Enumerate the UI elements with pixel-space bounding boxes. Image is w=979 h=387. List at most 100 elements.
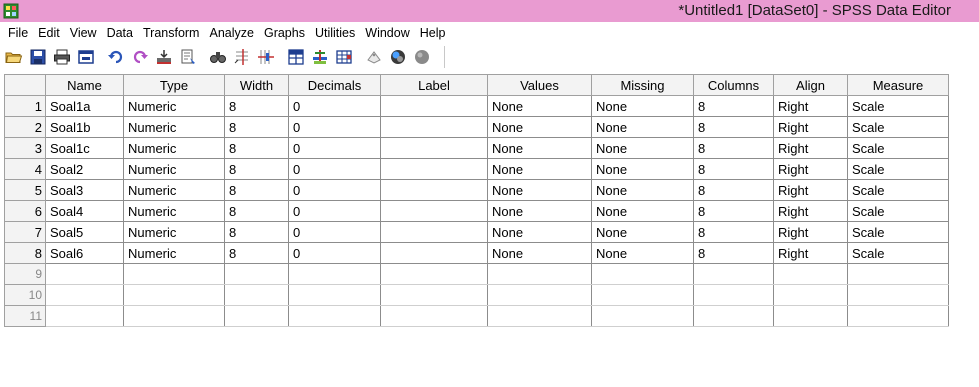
cell-align[interactable]: Right: [773, 137, 848, 159]
insert-variable-icon[interactable]: [256, 47, 276, 67]
cell-measure[interactable]: Scale: [847, 137, 949, 159]
cell-type[interactable]: Numeric: [123, 95, 225, 117]
cell-columns[interactable]: 8: [693, 158, 774, 180]
split-file-icon[interactable]: [286, 47, 306, 67]
row-number[interactable]: 3: [4, 137, 46, 159]
cell-type[interactable]: Numeric: [123, 242, 225, 264]
find-icon[interactable]: [208, 47, 228, 67]
menu-transform[interactable]: Transform: [138, 22, 205, 44]
cell-label[interactable]: [380, 137, 488, 159]
cell-align[interactable]: Right: [773, 179, 848, 201]
variables-icon[interactable]: [178, 47, 198, 67]
menu-edit[interactable]: Edit: [33, 22, 65, 44]
cell-missing[interactable]: None: [591, 95, 694, 117]
menu-graphs[interactable]: Graphs: [259, 22, 310, 44]
menu-file[interactable]: File: [3, 22, 33, 44]
cell-values[interactable]: None: [487, 200, 592, 222]
save-icon[interactable]: [28, 47, 48, 67]
col-header-type[interactable]: Type: [123, 74, 225, 96]
row-number[interactable]: 4: [4, 158, 46, 180]
cell-values[interactable]: None: [487, 221, 592, 243]
cell-values[interactable]: [487, 263, 592, 285]
cell-width[interactable]: 8: [224, 95, 289, 117]
cell-measure[interactable]: Scale: [847, 179, 949, 201]
cell-name[interactable]: [45, 263, 124, 285]
row-number[interactable]: 8: [4, 242, 46, 264]
cell-decimals[interactable]: 0: [288, 221, 381, 243]
cell-align[interactable]: Right: [773, 158, 848, 180]
redo-icon[interactable]: [130, 47, 150, 67]
menu-help[interactable]: Help: [415, 22, 451, 44]
cell-measure[interactable]: Scale: [847, 158, 949, 180]
cell-label[interactable]: [380, 179, 488, 201]
cell-type[interactable]: [123, 305, 225, 327]
goto-case-icon[interactable]: [154, 47, 174, 67]
cell-label[interactable]: [380, 242, 488, 264]
cell-decimals[interactable]: 0: [288, 200, 381, 222]
show-all-variables-icon[interactable]: [412, 47, 432, 67]
cell-decimals[interactable]: 0: [288, 179, 381, 201]
cell-missing[interactable]: None: [591, 158, 694, 180]
cell-type[interactable]: Numeric: [123, 200, 225, 222]
cell-width[interactable]: 8: [224, 179, 289, 201]
cell-type[interactable]: Numeric: [123, 179, 225, 201]
cell-label[interactable]: [380, 305, 488, 327]
row-number[interactable]: 6: [4, 200, 46, 222]
cell-align[interactable]: [773, 284, 848, 306]
cell-name[interactable]: Soal3: [45, 179, 124, 201]
cell-columns[interactable]: [693, 284, 774, 306]
cell-measure[interactable]: Scale: [847, 200, 949, 222]
col-header-missing[interactable]: Missing: [591, 74, 694, 96]
cell-decimals[interactable]: 0: [288, 137, 381, 159]
cell-label[interactable]: [380, 284, 488, 306]
cell-label[interactable]: [380, 200, 488, 222]
col-header-values[interactable]: Values: [487, 74, 592, 96]
cell-decimals[interactable]: [288, 284, 381, 306]
cell-decimals[interactable]: 0: [288, 242, 381, 264]
cell-width[interactable]: 8: [224, 137, 289, 159]
cell-columns[interactable]: [693, 305, 774, 327]
col-header-width[interactable]: Width: [224, 74, 289, 96]
col-header-decimals[interactable]: Decimals: [288, 74, 381, 96]
cell-missing[interactable]: [591, 284, 694, 306]
menu-analyze[interactable]: Analyze: [204, 22, 258, 44]
cell-measure[interactable]: Scale: [847, 242, 949, 264]
cell-measure[interactable]: Scale: [847, 221, 949, 243]
cell-label[interactable]: [380, 221, 488, 243]
cell-measure[interactable]: Scale: [847, 95, 949, 117]
cell-align[interactable]: [773, 305, 848, 327]
cell-values[interactable]: None: [487, 95, 592, 117]
cell-missing[interactable]: None: [591, 221, 694, 243]
use-sets-icon[interactable]: [388, 47, 408, 67]
cell-decimals[interactable]: [288, 263, 381, 285]
cell-align[interactable]: [773, 263, 848, 285]
cell-width[interactable]: 8: [224, 158, 289, 180]
cell-width[interactable]: 8: [224, 242, 289, 264]
cell-decimals[interactable]: 0: [288, 116, 381, 138]
cell-name[interactable]: Soal1a: [45, 95, 124, 117]
cell-width[interactable]: [224, 305, 289, 327]
col-header-label[interactable]: Label: [380, 74, 488, 96]
cell-type[interactable]: Numeric: [123, 116, 225, 138]
cell-name[interactable]: Soal1c: [45, 137, 124, 159]
cell-align[interactable]: Right: [773, 116, 848, 138]
cell-decimals[interactable]: 0: [288, 95, 381, 117]
spss-app-icon[interactable]: [3, 3, 19, 19]
cell-name[interactable]: Soal6: [45, 242, 124, 264]
cell-align[interactable]: Right: [773, 221, 848, 243]
cell-name[interactable]: Soal1b: [45, 116, 124, 138]
row-number[interactable]: 1: [4, 95, 46, 117]
cell-decimals[interactable]: [288, 305, 381, 327]
row-number[interactable]: 2: [4, 116, 46, 138]
cell-missing[interactable]: None: [591, 137, 694, 159]
row-number[interactable]: 9: [4, 263, 46, 285]
cell-values[interactable]: None: [487, 158, 592, 180]
cell-values[interactable]: None: [487, 179, 592, 201]
cell-width[interactable]: 8: [224, 116, 289, 138]
cell-name[interactable]: Soal5: [45, 221, 124, 243]
select-cases-icon[interactable]: [334, 47, 354, 67]
col-header-columns[interactable]: Columns: [693, 74, 774, 96]
cell-label[interactable]: [380, 263, 488, 285]
cell-missing[interactable]: None: [591, 242, 694, 264]
cell-columns[interactable]: 8: [693, 116, 774, 138]
